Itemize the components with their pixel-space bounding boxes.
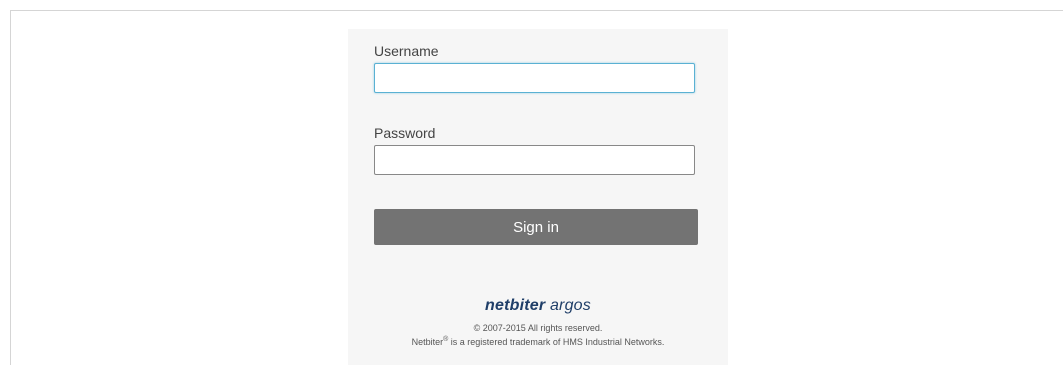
logo-main-text: netbiter xyxy=(485,297,546,314)
copyright-text: © 2007-2015 All rights reserved. xyxy=(473,323,603,333)
trademark-brand: Netbiter xyxy=(411,337,444,347)
login-panel: Username Password Sign in netbiter argos… xyxy=(348,29,728,365)
netbiter-argos-logo: netbiter argos xyxy=(348,297,728,315)
top-divider xyxy=(10,10,1063,11)
left-divider xyxy=(10,10,11,365)
trademark-notice: Netbiter® is a registered trademark of H… xyxy=(348,336,728,347)
password-input[interactable] xyxy=(374,145,695,175)
page: Username Password Sign in netbiter argos… xyxy=(0,0,1063,365)
trademark-rest: is a registered trademark of HMS Industr… xyxy=(448,337,665,347)
sign-in-button[interactable]: Sign in xyxy=(374,209,698,245)
password-label: Password xyxy=(374,125,436,141)
username-input[interactable] xyxy=(374,63,695,93)
logo-sub-text: argos xyxy=(545,297,591,314)
username-label: Username xyxy=(374,43,439,59)
